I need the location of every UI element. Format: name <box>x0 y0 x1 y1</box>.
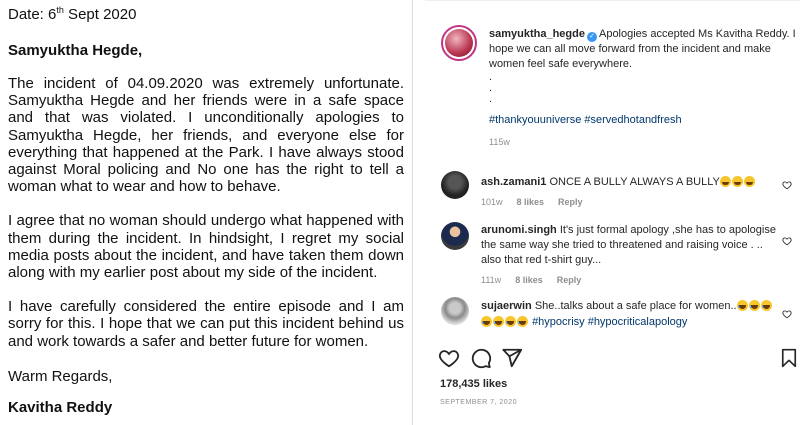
caption-dot: . <box>489 82 493 94</box>
caption-username[interactable]: samyuktha_hegde <box>489 28 585 40</box>
comment-icon[interactable] <box>470 347 492 369</box>
comment-item: sujaerwin She..talks about a safe place … <box>441 297 800 330</box>
grin-emoji-icon <box>719 176 731 187</box>
avatar[interactable] <box>441 25 477 61</box>
heart-icon[interactable] <box>438 347 460 369</box>
comment-likes[interactable]: 8 likes <box>515 275 543 285</box>
comment-username[interactable]: arunomi.singh <box>481 224 557 236</box>
letter-closing: Warm Regards, <box>8 367 113 385</box>
comment-item: arunomi.singh It's just formal apology ,… <box>441 222 800 286</box>
laughing-emoji-icon <box>760 300 772 311</box>
divider <box>425 0 800 1</box>
heart-icon[interactable] <box>782 180 792 190</box>
heart-icon[interactable] <box>782 236 792 246</box>
grin-emoji-icon <box>731 176 743 187</box>
laughing-emoji-icon <box>505 316 516 327</box>
avatar[interactable] <box>441 297 469 325</box>
caption-dot: . <box>489 93 493 105</box>
letter-paragraph: The incident of 04.09.2020 was extremely… <box>8 75 404 196</box>
laughing-emoji-icon <box>517 316 528 327</box>
laughing-emoji-icon <box>493 316 504 327</box>
post-caption: samyuktha_hegde ✓ Apologies accepted Ms Ka… <box>441 25 800 148</box>
letter-paragraph: I have carefully considered the entire e… <box>8 298 404 350</box>
laughing-emoji-icon <box>748 300 760 311</box>
heart-icon[interactable] <box>782 309 792 319</box>
caption-time[interactable]: 115w <box>489 137 510 147</box>
bookmark-icon[interactable] <box>779 347 799 369</box>
post-date[interactable]: SEPTEMBER 7, 2020 <box>440 399 517 406</box>
avatar[interactable] <box>441 171 469 199</box>
comment-time[interactable]: 111w <box>481 275 501 285</box>
laughing-emoji-icon <box>736 300 748 311</box>
avatar[interactable] <box>441 222 469 250</box>
comment-time[interactable]: 101w <box>481 197 503 207</box>
likes-count[interactable]: 178,435 likes <box>440 378 507 390</box>
comment-text: She..talks about a safe place for women.… <box>534 300 737 312</box>
letter-salutation: Samyuktha Hegde, <box>8 42 143 59</box>
caption-dot: . <box>489 71 493 83</box>
letter-paragraph: I agree that no woman should undergo wha… <box>8 212 404 282</box>
post-actions-bar <box>438 347 798 371</box>
reply-button[interactable]: Reply <box>557 275 582 285</box>
comment-hashtags[interactable]: #hypocrisy #hypocriticalapology <box>532 316 687 328</box>
laughing-emoji-icon <box>481 316 492 327</box>
comment-text: ONCE A BULLY ALWAYS A BULLY <box>549 176 720 188</box>
letter-date: Date: 6th Sept 2020 <box>8 5 137 24</box>
grin-emoji-icon <box>743 176 755 187</box>
share-icon[interactable] <box>501 347 523 369</box>
post-comments-panel: samyuktha_hegde ✓ Apologies accepted Ms Ka… <box>413 0 800 425</box>
verified-badge-icon: ✓ <box>586 32 597 42</box>
comment-likes[interactable]: 8 likes <box>517 197 545 207</box>
comment-username[interactable]: ash.zamani1 <box>481 176 546 188</box>
comment-username[interactable]: sujaerwin <box>481 300 532 312</box>
reply-button[interactable]: Reply <box>558 197 583 207</box>
letter-signature: Kavitha Reddy <box>8 398 113 416</box>
comment-item: ash.zamani1 ONCE A BULLY ALWAYS A BULLY … <box>441 171 800 208</box>
caption-hashtags[interactable]: #thankyouuniverse #servedhotandfresh <box>489 113 800 128</box>
apology-letter-image: Date: 6th Sept 2020 Samyuktha Hegde, The… <box>0 0 412 425</box>
